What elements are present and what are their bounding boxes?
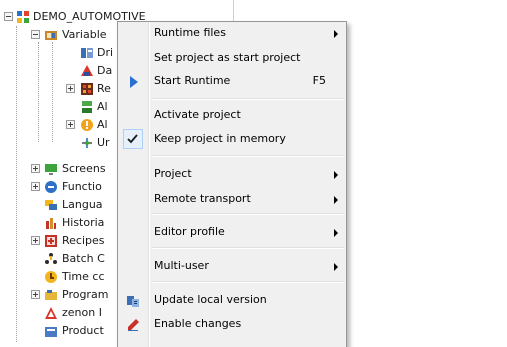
units-icon	[80, 136, 94, 150]
menu-item-start-runtime[interactable]: Start Runtime F5	[118, 70, 346, 92]
collapse-toggle[interactable]	[31, 30, 40, 39]
alarm-icon	[80, 118, 94, 132]
programming-icon	[44, 288, 58, 302]
menu-separator	[152, 213, 344, 215]
menu-item-label: Start Runtime	[154, 74, 231, 87]
menu-item-label: Runtime files	[154, 26, 226, 39]
tree-item-label: Al	[97, 100, 108, 113]
menu-separator	[152, 281, 344, 283]
time-control-icon	[44, 270, 58, 284]
expand-toggle[interactable]	[31, 164, 40, 173]
menu-item-multi-user[interactable]: Multi-user	[118, 255, 346, 277]
menu-separator	[152, 98, 344, 100]
tree-item-label: Screens	[62, 162, 106, 175]
checked-state-box	[123, 129, 143, 149]
zenon-logic-icon	[44, 306, 58, 320]
batch-control-icon	[44, 252, 58, 266]
tree-item-label: Langua	[62, 198, 103, 211]
recipes-icon	[44, 234, 58, 248]
allocation-icon	[80, 100, 94, 114]
production-icon	[44, 324, 58, 338]
submenu-arrow-icon	[334, 30, 338, 38]
tree-item-label: Functio	[62, 180, 102, 193]
expand-toggle[interactable]	[31, 290, 40, 299]
tree-item-label: Program	[62, 288, 109, 301]
enable-changes-icon	[126, 317, 140, 331]
tree-item-label: Re	[97, 82, 111, 95]
expand-toggle[interactable]	[31, 236, 40, 245]
collapse-toggle[interactable]	[4, 12, 13, 21]
language-icon	[44, 198, 58, 212]
expand-toggle[interactable]	[31, 182, 40, 191]
play-icon	[126, 74, 140, 88]
submenu-arrow-icon	[334, 196, 338, 204]
menu-item-label: Enable changes	[154, 317, 242, 330]
tree-item-label: Product	[62, 324, 104, 337]
tree-item-label: Ur	[97, 136, 110, 149]
menu-item-label: Keep project in memory	[154, 132, 286, 145]
menu-item-enable-changes[interactable]: Enable changes	[118, 313, 346, 335]
workspace-icon	[16, 10, 30, 24]
tree-item-label: Da	[97, 64, 113, 77]
tree-item-label: Dri	[97, 46, 114, 59]
reaction-matrix-icon	[80, 82, 94, 96]
submenu-arrow-icon	[334, 229, 338, 237]
tree-item-label: Variable	[62, 28, 107, 41]
menu-item-label: Set project as start project	[154, 51, 301, 64]
historian-icon	[44, 216, 58, 230]
menu-item-label: Remote transport	[154, 192, 251, 205]
menu-separator	[152, 247, 344, 249]
menu-item-remote-transport[interactable]: Remote transport	[118, 188, 346, 210]
menu-item-label: Editor profile	[154, 225, 225, 238]
submenu-arrow-icon	[334, 263, 338, 271]
menu-item-update-local-version[interactable]: Update local version	[118, 289, 346, 311]
menu-item-label: Project	[154, 167, 192, 180]
menu-separator	[152, 155, 344, 157]
tree-item-label: Recipes	[62, 234, 105, 247]
context-menu: Runtime files Set project as start proje…	[117, 21, 347, 347]
variables-folder-icon	[44, 28, 58, 42]
menu-item-label: Multi-user	[154, 259, 209, 272]
tree-item-label: Al	[97, 118, 108, 131]
drivers-icon	[80, 46, 94, 60]
menu-item-keep-in-memory[interactable]: Keep project in memory	[118, 128, 346, 150]
menu-item-editor-profile[interactable]: Editor profile	[118, 221, 346, 243]
menu-item-label: Update local version	[154, 293, 267, 306]
zenon-editor-screen: DEMO_AUTOMOTIVE Variable Dri Da Re Al Al…	[0, 0, 507, 347]
menu-item-project[interactable]: Project	[118, 163, 346, 185]
submenu-arrow-icon	[334, 171, 338, 179]
menu-item-set-start-project[interactable]: Set project as start project	[118, 47, 346, 69]
screens-icon	[44, 162, 58, 176]
update-local-version-icon	[126, 293, 140, 307]
tree-item-label: Historia	[62, 216, 105, 229]
datatypes-icon	[80, 64, 94, 78]
menu-item-label: Activate project	[154, 108, 241, 121]
tree-item-label: Time cc	[62, 270, 105, 283]
tree-item-label: Batch C	[62, 252, 105, 265]
menu-item-shortcut: F5	[312, 74, 326, 87]
menu-item-runtime-files[interactable]: Runtime files	[118, 22, 346, 44]
expand-toggle[interactable]	[66, 120, 75, 129]
menu-item-activate-project[interactable]: Activate project	[118, 104, 346, 126]
checkmark-icon	[127, 134, 138, 144]
tree-item-label: zenon I	[62, 306, 102, 319]
expand-toggle[interactable]	[66, 84, 75, 93]
functions-icon	[44, 180, 58, 194]
